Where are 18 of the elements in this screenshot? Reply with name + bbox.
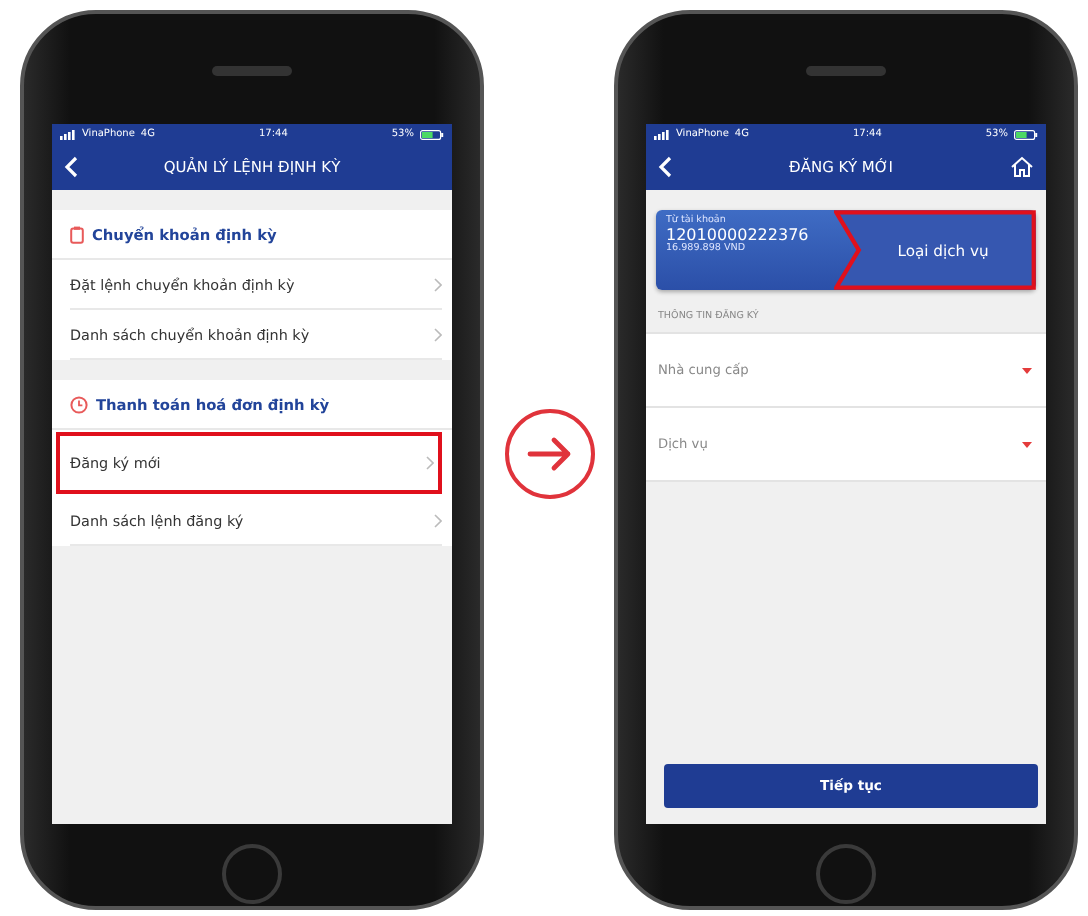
clock-icon bbox=[70, 395, 88, 413]
account-number: 12010000222376 bbox=[666, 226, 811, 244]
speaker-icon bbox=[212, 66, 292, 76]
caret-down-icon bbox=[1022, 441, 1032, 447]
caret-down-icon bbox=[1022, 367, 1032, 373]
signal-icon bbox=[60, 129, 76, 139]
chevron-right-icon bbox=[434, 327, 442, 341]
back-icon[interactable] bbox=[658, 156, 672, 178]
battery-icon bbox=[1014, 129, 1038, 139]
chevron-right-icon bbox=[434, 513, 442, 527]
battery-icon bbox=[420, 129, 444, 139]
signal-icon bbox=[654, 129, 670, 139]
speaker-icon bbox=[806, 66, 886, 76]
chevron-right-icon bbox=[426, 456, 434, 470]
back-icon[interactable] bbox=[64, 156, 78, 178]
home-icon[interactable] bbox=[1010, 156, 1034, 178]
chevron-right-icon bbox=[434, 277, 442, 291]
document-icon bbox=[70, 225, 84, 243]
